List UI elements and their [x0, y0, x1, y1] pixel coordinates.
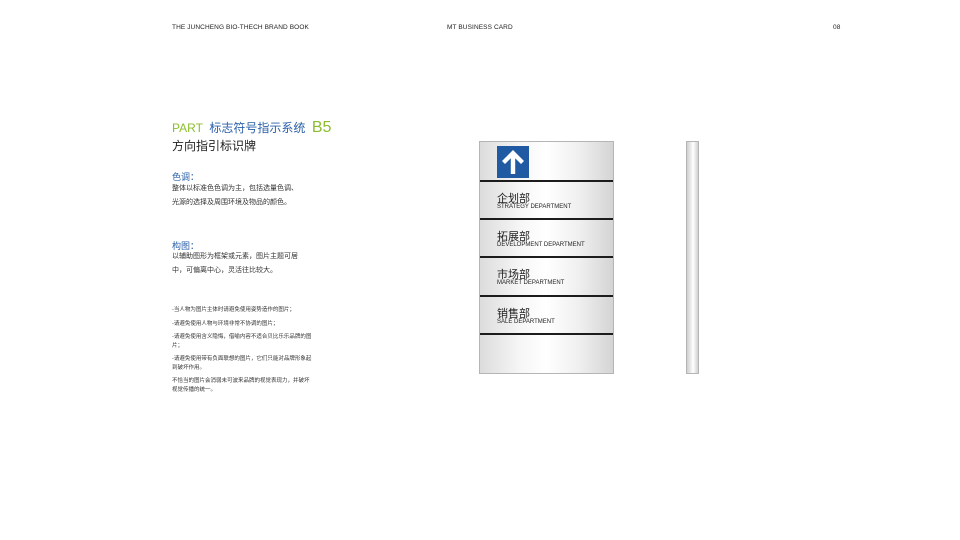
page-subtitle: 方向指引标识牌 [172, 139, 257, 153]
department-name-en: STRATEGY DEPARTMENT [497, 204, 572, 210]
page-heading: PART 标志符号指示系统 B5 [172, 119, 331, 137]
sign-panel-market: 市场部 MARKET DEPARTMENT [480, 258, 613, 294]
sign-panel-strategy: 企划部 STRATEGY DEPARTMENT [480, 182, 613, 218]
brand-book-title: THE JUNCHENG BIO-THECH BRAND BOOK [172, 24, 309, 31]
part-code: B5 [311, 119, 332, 136]
color-line-2: 光源的选择及周围环境及物品的颜色。 [172, 199, 291, 206]
up-arrow-icon [497, 146, 529, 178]
sign-panel-development: 拓展部 DEVELOPMENT DEPARTMENT [480, 220, 613, 256]
note-2: -请避免使用人物与环境非常不协调的图片； [172, 321, 279, 327]
composition-body: 以辅助图形为框架或元素，图片主题可居 中，可偏离中心，灵活往比较大。 [172, 250, 314, 278]
department-name-en: SALE DEPARTMENT [497, 319, 555, 325]
page-number: 08 [833, 24, 841, 31]
sign-panel-sale: 销售部 SALE DEPARTMENT [480, 297, 613, 333]
heading-cn: 标志符号指示系统 [209, 121, 306, 135]
sign-side-view [686, 141, 699, 374]
part-label: PART [172, 121, 203, 135]
composition-line-1: 以辅助图形为框架或元素，图片主题可居 [172, 253, 298, 260]
sign-divider [480, 333, 613, 335]
color-body: 整体以标准色色调为主，包括选量色调、 光源的选择及周围环境及物品的颜色。 [172, 182, 314, 210]
department-name-en: MARKET DEPARTMENT [497, 280, 565, 286]
section-title: MT BUSINESS CARD [447, 24, 513, 31]
composition-line-2: 中，可偏离中心，灵活往比较大。 [172, 267, 277, 274]
note-1: -当人物为图片主体时请避免使用姿势造作的图片； [172, 307, 295, 313]
note-5: 不恰当的图片会消弱未可波来品牌的视觉表现力，并破坏视觉传播的统一。 [172, 378, 310, 393]
note-3: -请避免使用含义隐悔，借喻内容不适合贝比乐乐品牌的图片； [172, 334, 312, 349]
direction-sign: 企划部 STRATEGY DEPARTMENT 拓展部 DEVELOPMENT … [479, 141, 614, 374]
color-line-1: 整体以标准色色调为主，包括选量色调、 [172, 185, 298, 192]
department-name-en: DEVELOPMENT DEPARTMENT [497, 242, 585, 248]
sign-header [480, 142, 613, 180]
note-4: -请避免使用带有负面联想的图片，它们只能对品牌形象起到破坏作用。 [172, 356, 312, 371]
